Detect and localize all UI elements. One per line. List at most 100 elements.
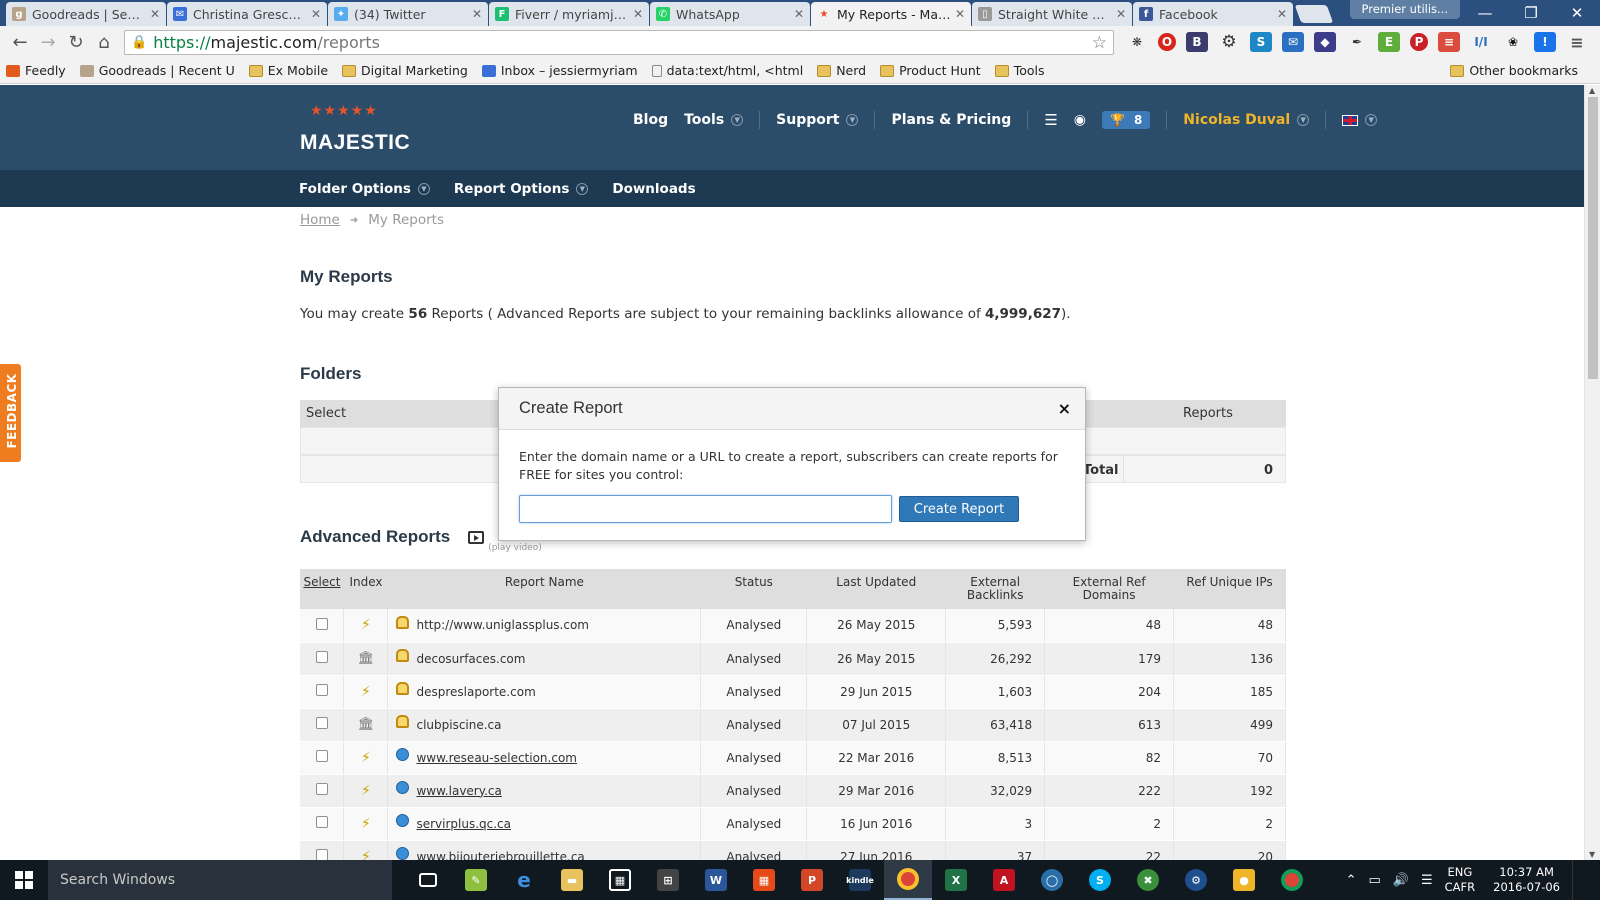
report-name[interactable]: www.bijouteriebrouillette.ca xyxy=(416,850,584,861)
browser-tab[interactable]: f Facebook ✕ xyxy=(1133,2,1293,26)
b-extension-icon[interactable]: B xyxy=(1186,32,1208,52)
chrome-app-icon[interactable] xyxy=(884,860,932,900)
file-explorer-icon[interactable]: ▬ xyxy=(548,860,596,900)
new-tab-button[interactable] xyxy=(1294,5,1334,23)
evernote-extension-icon[interactable]: E xyxy=(1378,32,1400,52)
mail-extension-icon[interactable]: ✉ xyxy=(1282,32,1304,52)
pinterest-extension-icon[interactable]: P xyxy=(1410,33,1428,51)
domain-url-input[interactable] xyxy=(519,495,892,523)
notepad-app-icon[interactable]: ✎ xyxy=(452,860,500,900)
col-select[interactable]: Select xyxy=(300,569,344,609)
report-options-menu[interactable]: Report Options ▼ xyxy=(454,181,589,197)
refresh-icon[interactable] xyxy=(396,814,410,827)
tips-app-icon[interactable]: ● xyxy=(1220,860,1268,900)
tab-close-icon[interactable]: ✕ xyxy=(311,7,321,21)
calculator-app-icon[interactable]: ⊞ xyxy=(644,860,692,900)
nav-plans-pricing[interactable]: Plans & Pricing xyxy=(891,112,1011,128)
start-button[interactable] xyxy=(0,860,48,900)
bookmark-folder[interactable]: Digital Marketing xyxy=(342,63,468,78)
browser-tab[interactable]: ▯ Straight White Boys ✕ xyxy=(972,2,1132,26)
table-row[interactable]: ⚡ www.bijouteriebrouillette.ca Analysed 27 … xyxy=(300,840,1286,860)
volume-icon[interactable]: 🔊 xyxy=(1393,873,1409,888)
chevron-up-icon[interactable]: ⌃ xyxy=(1346,873,1357,888)
breadcrumb-home[interactable]: Home xyxy=(300,212,340,228)
downloads-link[interactable]: Downloads xyxy=(612,181,695,197)
folder-options-menu[interactable]: Folder Options ▼ xyxy=(299,181,430,197)
tab-close-icon[interactable]: ✕ xyxy=(150,7,160,21)
browser-tab[interactable]: ✆ WhatsApp ✕ xyxy=(650,2,810,26)
tab-close-icon[interactable]: ✕ xyxy=(1116,7,1126,21)
tab-close-icon[interactable]: ✕ xyxy=(794,7,804,21)
table-row[interactable]: ⚡ servirplus.qc.ca Analysed 16 Jun 2016 3 2 2 xyxy=(300,807,1286,841)
bookmark-item[interactable]: data:text/html, <html xyxy=(651,63,803,78)
report-name[interactable]: servirplus.qc.ca xyxy=(416,817,511,831)
row-checkbox[interactable] xyxy=(315,750,328,762)
input-language[interactable]: ENG CAFR xyxy=(1445,865,1476,895)
reload-icon[interactable]: ↻ xyxy=(62,28,90,56)
other-bookmarks-folder[interactable]: Other bookmarks xyxy=(1450,63,1578,78)
nav-blog[interactable]: Blog xyxy=(633,112,668,128)
home-icon[interactable]: ⌂ xyxy=(90,28,118,56)
iii-extension-icon[interactable]: I/I xyxy=(1470,32,1492,52)
bookmark-item[interactable]: Inbox – jessiermyriam xyxy=(481,63,638,78)
report-name[interactable]: www.lavery.ca xyxy=(416,784,501,798)
acrobat-app-icon[interactable]: A xyxy=(980,860,1028,900)
clock[interactable]: 10:37 AM 2016-07-06 xyxy=(1493,865,1560,895)
action-center-icon[interactable] xyxy=(1572,860,1600,900)
profile-button[interactable]: Premier utilis... xyxy=(1349,0,1460,19)
nav-tools[interactable]: Tools ▼ xyxy=(684,112,744,128)
kindle-app-icon[interactable]: kindle xyxy=(836,860,884,900)
edge-app-icon[interactable]: e xyxy=(500,860,548,900)
close-window-icon[interactable]: ✕ xyxy=(1554,0,1600,26)
table-row[interactable]: 🏛 clubpiscine.ca Analysed 07 Jul 2015 63,418… xyxy=(300,708,1286,742)
spider-extension-icon[interactable]: ❋ xyxy=(1126,32,1148,52)
bookmark-folder[interactable]: Ex Mobile xyxy=(248,63,328,78)
refresh-icon[interactable] xyxy=(396,748,410,761)
scroll-down-icon[interactable]: ▼ xyxy=(1589,850,1595,859)
play-video-link[interactable]: (play video) xyxy=(488,543,542,553)
puzzle-extension-icon[interactable]: ◆ xyxy=(1314,32,1336,52)
scrollbar-thumb[interactable] xyxy=(1588,97,1598,379)
forward-icon[interactable]: → xyxy=(34,28,62,56)
row-checkbox[interactable] xyxy=(315,684,328,696)
table-row[interactable]: ⚡ despreslaporte.com Analysed 29 Jun 2015 1,… xyxy=(300,675,1286,709)
row-checkbox[interactable] xyxy=(315,717,328,729)
refresh-icon[interactable] xyxy=(396,781,410,794)
eyedropper-extension-icon[interactable]: ✒ xyxy=(1346,32,1368,52)
close-icon[interactable]: × xyxy=(1058,399,1071,418)
row-checkbox[interactable] xyxy=(315,783,328,795)
minimize-icon[interactable]: — xyxy=(1462,0,1508,26)
feather-extension-icon[interactable]: ❀ xyxy=(1502,32,1524,52)
create-report-button[interactable]: Create Report xyxy=(899,496,1019,522)
bookmark-item[interactable]: Feedly xyxy=(6,63,66,78)
feedback-tab[interactable]: FEEDBACK xyxy=(0,364,21,462)
bucket-icon[interactable]: ◉ xyxy=(1074,112,1086,128)
row-checkbox[interactable] xyxy=(315,849,328,860)
xbox-app-icon[interactable]: ✖ xyxy=(1124,860,1172,900)
table-row[interactable]: ⚡ www.reseau-selection.com Analysed 22 Mar … xyxy=(300,741,1286,775)
table-row[interactable]: ⚡ www.lavery.ca Analysed 29 Mar 2016 32,029 2… xyxy=(300,774,1286,808)
globe-app-icon[interactable]: ◯ xyxy=(1028,860,1076,900)
tab-close-icon[interactable]: ✕ xyxy=(955,7,965,21)
tab-close-icon[interactable]: ✕ xyxy=(633,7,643,21)
opera-extension-icon[interactable]: O xyxy=(1158,33,1176,51)
gear-extension-icon[interactable]: ⚙ xyxy=(1218,32,1240,52)
bookmark-folder[interactable]: Tools xyxy=(994,63,1044,78)
message-icon[interactable]: ☰ xyxy=(1421,873,1433,888)
user-menu[interactable]: Nicolas Duval ▼ xyxy=(1183,112,1310,128)
browser-tab[interactable]: ★ My Reports - Majestic ✕ xyxy=(811,2,971,26)
row-checkbox[interactable] xyxy=(315,816,328,828)
s-extension-icon[interactable]: S xyxy=(1250,32,1272,52)
bookmark-star-icon[interactable]: ☆ xyxy=(1092,33,1107,53)
chrome-menu-icon[interactable]: ≡ xyxy=(1566,32,1588,52)
alert-extension-icon[interactable]: ! xyxy=(1534,32,1556,52)
language-menu[interactable]: ▼ xyxy=(1342,114,1378,126)
excel-app-icon[interactable]: X xyxy=(932,860,980,900)
scroll-up-icon[interactable]: ▲ xyxy=(1589,86,1595,95)
bookmark-item[interactable]: Goodreads | Recent U xyxy=(79,63,235,78)
taskbar-search[interactable]: Search Windows xyxy=(48,860,392,900)
chrome-alt-app-icon[interactable] xyxy=(1268,860,1316,900)
page-scrollbar[interactable]: ▲ ▼ xyxy=(1584,85,1600,860)
tab-close-icon[interactable]: ✕ xyxy=(1277,7,1287,21)
restore-icon[interactable]: ❐ xyxy=(1508,0,1554,26)
